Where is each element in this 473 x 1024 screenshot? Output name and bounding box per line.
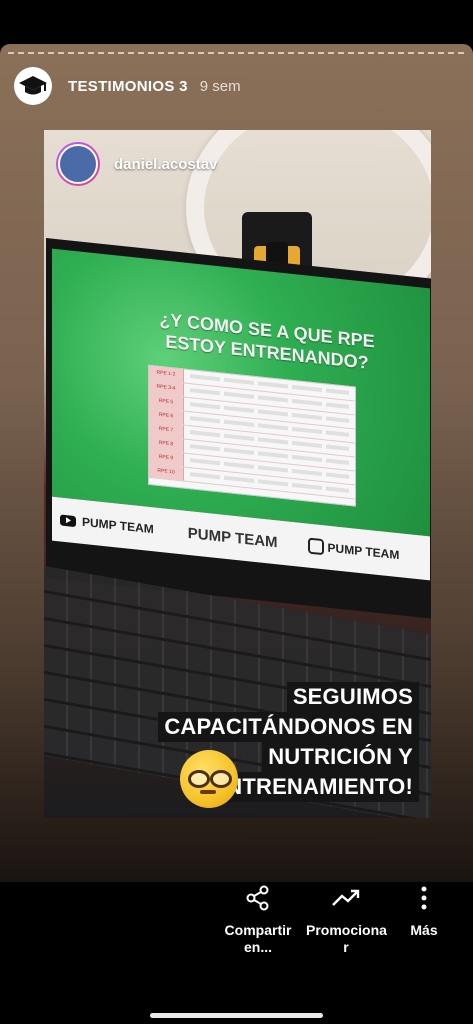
caption-line: CAPACITÁNDONOS EN — [158, 712, 419, 742]
shared-post[interactable]: ¿Y COMO SE A QUE RPE ESTOY ENTRENANDO? R… — [44, 130, 431, 818]
banner-left-text: PUMP TEAM — [82, 514, 154, 537]
post-header: daniel.acostav — [56, 142, 217, 186]
story-actions: Compartir en... Promociona r Más — [0, 880, 473, 970]
post-username[interactable]: daniel.acostav — [114, 156, 217, 173]
story-time: 9 sem — [199, 77, 241, 95]
caption-line: NUTRICIÓN Y — [262, 742, 419, 772]
story-progress-bar — [8, 52, 465, 54]
account-name[interactable]: TESTIMONIOS 3 — [68, 78, 188, 95]
more-vertical-icon — [421, 886, 427, 910]
more-label: Más — [410, 922, 438, 938]
instagram-icon — [307, 537, 324, 556]
caption-line: SEGUIMOS — [286, 682, 419, 712]
trending-up-icon — [332, 889, 360, 906]
graduation-cap-icon — [19, 76, 47, 95]
share-button[interactable]: Compartir en... — [208, 880, 308, 956]
youtube-icon — [60, 513, 76, 527]
home-indicator[interactable] — [150, 1013, 323, 1018]
rpe-table: RPE 1-2 RPE 3-4 RPE 5 RPE 6 RPE 7 RPE 8 … — [148, 364, 356, 507]
account-avatar[interactable] — [14, 67, 52, 105]
story-header: TESTIMONIOS 3 9 sem — [14, 66, 241, 106]
story-viewer[interactable]: TESTIMONIOS 3 9 sem ¿Y COMO SE A QUE RPE… — [0, 44, 473, 882]
share-label: Compartir en... — [224, 922, 292, 955]
monitor-screen: ¿Y COMO SE A QUE RPE ESTOY ENTRENANDO? R… — [52, 248, 430, 537]
monitor: ¿Y COMO SE A QUE RPE ESTOY ENTRENANDO? R… — [46, 238, 431, 620]
nerd-face-emoji-icon — [180, 750, 238, 808]
more-button[interactable]: Más — [374, 880, 473, 939]
banner-center-text: PUMP TEAM — [187, 524, 278, 551]
banner-right-text: PUMP TEAM — [327, 540, 400, 563]
user-avatar[interactable] — [56, 142, 100, 186]
share-icon — [246, 885, 269, 911]
